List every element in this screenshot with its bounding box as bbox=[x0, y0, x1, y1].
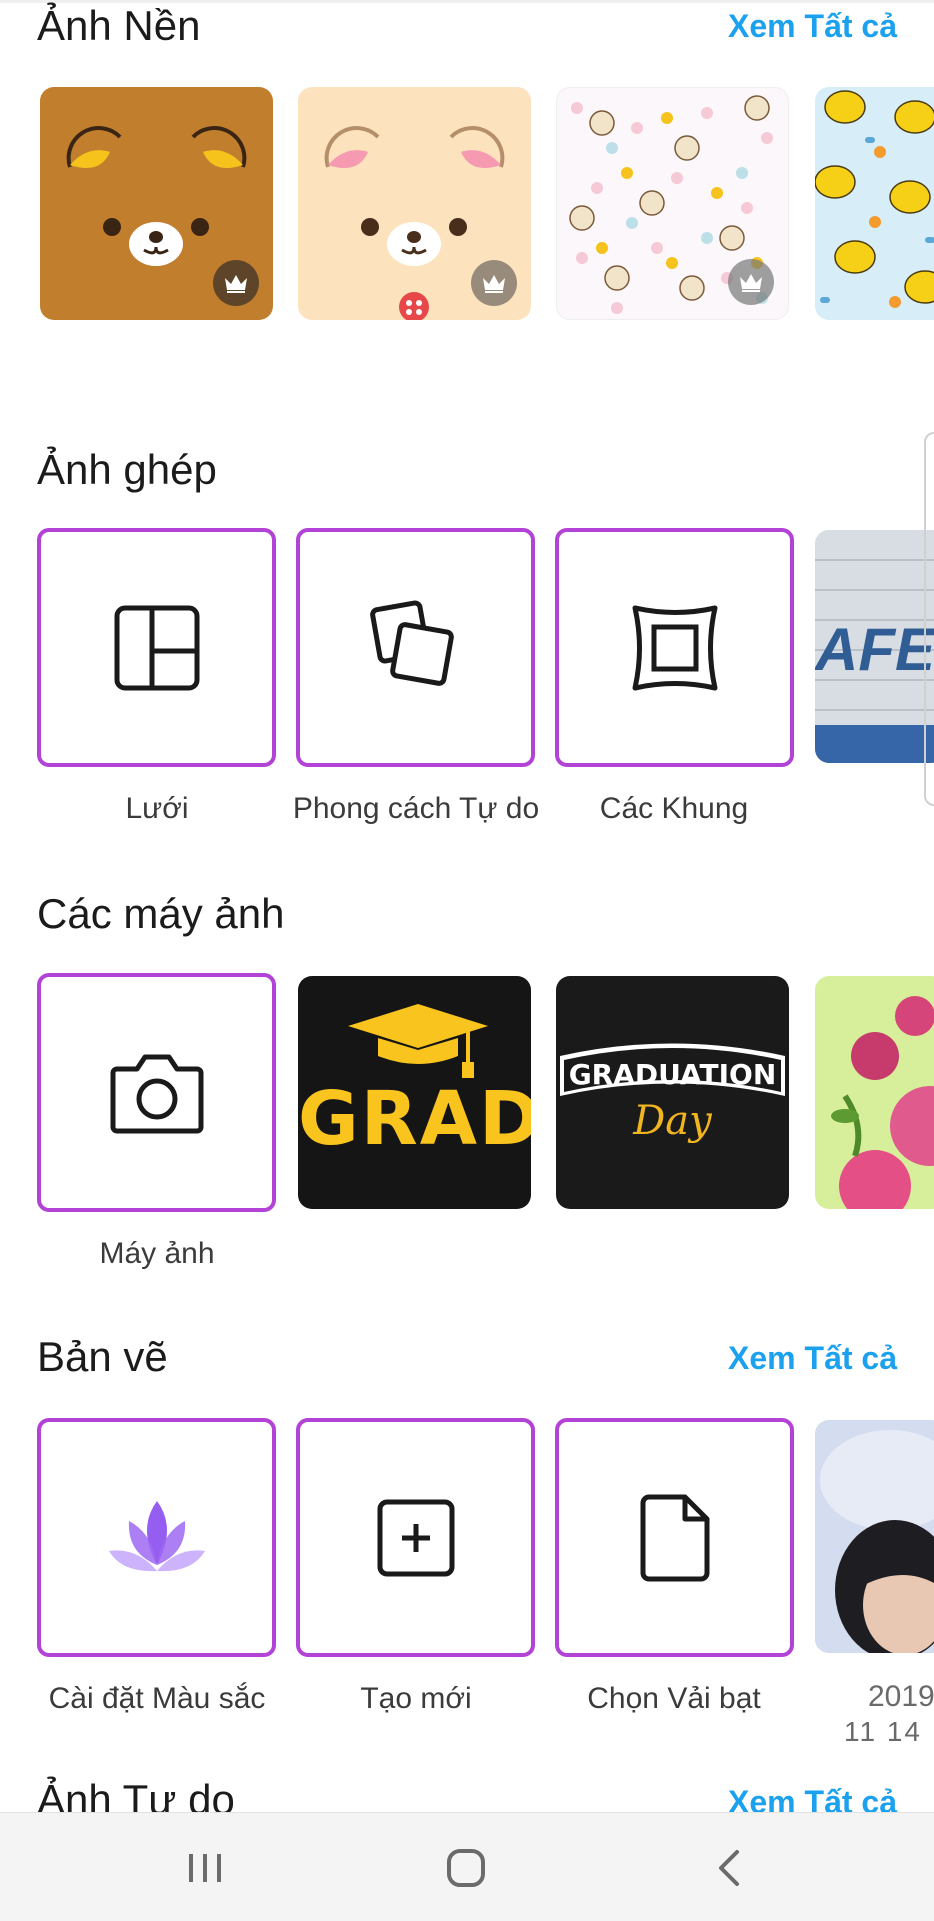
freestyle-icon bbox=[369, 600, 454, 686]
wallpaper-thumb-brown-bear[interactable] bbox=[40, 87, 273, 320]
camera-button[interactable] bbox=[37, 973, 276, 1212]
portrait-photo bbox=[815, 1420, 934, 1653]
add-square-icon bbox=[377, 1499, 454, 1576]
collage-frames-label: Các Khung bbox=[599, 792, 749, 825]
camera-lens-grad[interactable]: GRAD bbox=[298, 976, 531, 1209]
cameras-title: Các máy ảnh bbox=[37, 890, 285, 937]
freestyle-see-all-link[interactable]: Xem Tất cả bbox=[728, 1784, 897, 1812]
recent-drawing-date: 2019 bbox=[868, 1680, 934, 1713]
collage-freestyle-button[interactable] bbox=[296, 528, 535, 767]
peony-flowers-illustration bbox=[831, 996, 934, 1209]
create-new-label: Tạo mới bbox=[360, 1682, 472, 1715]
home-icon bbox=[447, 1849, 485, 1887]
day-text: Day bbox=[633, 1098, 712, 1144]
collage-grid-label: Lưới bbox=[125, 792, 189, 825]
wallpaper-thumb-cream-bear[interactable] bbox=[298, 87, 531, 320]
freestyle-photos-title: Ảnh Tự do bbox=[37, 1776, 235, 1812]
color-settings-button[interactable] bbox=[37, 1418, 276, 1657]
camera-lens-graduation-day[interactable]: GRADUATION Day bbox=[556, 976, 789, 1209]
grid-icon bbox=[114, 605, 199, 690]
premium-crown-icon bbox=[213, 260, 259, 306]
wallpapers-title: Ảnh Nền bbox=[37, 2, 201, 49]
frame-icon bbox=[632, 605, 717, 690]
choose-canvas-label: Chọn Vải bạt bbox=[587, 1682, 761, 1715]
collage-title: Ảnh ghép bbox=[37, 446, 217, 493]
wallpaper-thumb-chicks[interactable] bbox=[815, 87, 934, 320]
premium-crown-icon bbox=[471, 260, 517, 306]
graduation-text: GRADUATION bbox=[568, 1058, 777, 1091]
camera-lens-flowers[interactable] bbox=[815, 976, 934, 1209]
wallpapers-see-all-link[interactable]: Xem Tất cả bbox=[728, 8, 897, 45]
wallpaper-thumb-bear-pattern[interactable] bbox=[556, 87, 789, 320]
drawings-title: Bản vẽ bbox=[37, 1333, 168, 1380]
graduation-banner-illustration bbox=[560, 1043, 785, 1096]
svg-text:AFE: AFE bbox=[815, 616, 934, 683]
home-button[interactable] bbox=[436, 1843, 496, 1893]
document-icon bbox=[640, 1494, 709, 1581]
collage-freestyle-label-clip: Phong cách Tự do bbox=[286, 790, 546, 850]
home-scroll-content[interactable]: Ảnh Nền Xem Tất cả Ảnh ghép Lưới Phong c… bbox=[0, 0, 934, 1812]
color-settings-label: Cài đặt Màu sắc bbox=[48, 1682, 266, 1715]
cafe-wall-photo: AFE bbox=[815, 530, 934, 763]
collage-freestyle-label: Phong cách Tự do bbox=[292, 792, 540, 825]
lotus-icon bbox=[108, 1500, 205, 1571]
scroll-indicator bbox=[924, 432, 934, 806]
recent-drawing-date-line2: 11 14 bbox=[844, 1716, 922, 1747]
camera-label: Máy ảnh bbox=[99, 1237, 215, 1270]
back-icon bbox=[719, 1850, 739, 1886]
recents-button[interactable] bbox=[175, 1843, 235, 1893]
create-new-button[interactable] bbox=[296, 1418, 535, 1657]
recent-drawing-thumb[interactable] bbox=[815, 1420, 934, 1653]
collage-frames-button[interactable] bbox=[555, 528, 794, 767]
premium-crown-icon bbox=[728, 259, 774, 305]
camera-icon bbox=[110, 1054, 203, 1133]
grad-text: GRAD bbox=[298, 1076, 531, 1162]
drawings-see-all-link[interactable]: Xem Tất cả bbox=[728, 1340, 897, 1377]
chicks-pattern-illustration bbox=[815, 90, 934, 308]
collage-grid-button[interactable] bbox=[37, 528, 276, 767]
choose-canvas-button[interactable] bbox=[555, 1418, 794, 1657]
back-button[interactable] bbox=[698, 1843, 758, 1893]
collage-template-cafe[interactable]: AFE bbox=[815, 530, 934, 763]
recents-icon bbox=[189, 1854, 221, 1882]
system-navigation-bar bbox=[0, 1812, 934, 1921]
